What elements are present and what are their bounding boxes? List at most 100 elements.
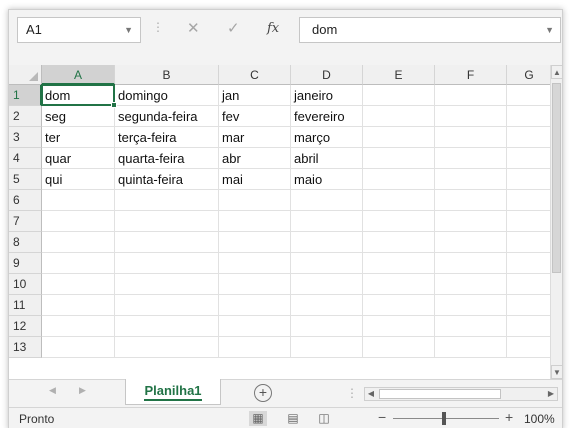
cell-g8[interactable] xyxy=(507,232,550,253)
cell-f10[interactable] xyxy=(435,274,507,295)
cell-d3[interactable]: março xyxy=(291,127,363,148)
cell-a2[interactable]: seg xyxy=(42,106,115,127)
cell-d6[interactable] xyxy=(291,190,363,211)
column-header-f[interactable]: F xyxy=(435,65,507,85)
row-header-1[interactable]: 1 xyxy=(9,85,42,106)
cell-e12[interactable] xyxy=(363,316,435,337)
cell-b2[interactable]: segunda-feira xyxy=(115,106,219,127)
cell-g6[interactable] xyxy=(507,190,550,211)
column-header-c[interactable]: C xyxy=(219,65,291,85)
cell-d10[interactable] xyxy=(291,274,363,295)
cell-a11[interactable] xyxy=(42,295,115,316)
zoom-slider-track[interactable] xyxy=(393,418,499,419)
cell-c11[interactable] xyxy=(219,295,291,316)
normal-view-icon[interactable]: ▦ xyxy=(249,411,267,426)
cell-d7[interactable] xyxy=(291,211,363,232)
cell-d9[interactable] xyxy=(291,253,363,274)
cell-d4[interactable]: abril xyxy=(291,148,363,169)
cell-g9[interactable] xyxy=(507,253,550,274)
sheet-tab-planilha1[interactable]: Planilha1 xyxy=(125,379,221,405)
cell-f6[interactable] xyxy=(435,190,507,211)
cell-e8[interactable] xyxy=(363,232,435,253)
horizontal-scroll-thumb[interactable] xyxy=(379,389,501,399)
cell-f8[interactable] xyxy=(435,232,507,253)
cell-b6[interactable] xyxy=(115,190,219,211)
cell-f11[interactable] xyxy=(435,295,507,316)
cell-e1[interactable] xyxy=(363,85,435,106)
zoom-level[interactable]: 100% xyxy=(524,412,555,426)
cell-b5[interactable]: quinta-feira xyxy=(115,169,219,190)
cell-g3[interactable] xyxy=(507,127,550,148)
row-header-7[interactable]: 7 xyxy=(9,211,42,232)
expand-formula-bar-icon[interactable]: ▼ xyxy=(545,18,554,42)
cell-a13[interactable] xyxy=(42,337,115,358)
scroll-right-icon[interactable]: ▶ xyxy=(545,388,557,400)
cell-b10[interactable] xyxy=(115,274,219,295)
cell-a5[interactable]: qui xyxy=(42,169,115,190)
cell-e7[interactable] xyxy=(363,211,435,232)
cell-g11[interactable] xyxy=(507,295,550,316)
cell-b7[interactable] xyxy=(115,211,219,232)
chevron-down-icon[interactable]: ▼ xyxy=(124,18,133,42)
cell-a8[interactable] xyxy=(42,232,115,253)
cell-e2[interactable] xyxy=(363,106,435,127)
cell-c8[interactable] xyxy=(219,232,291,253)
cell-f1[interactable] xyxy=(435,85,507,106)
worksheet-grid[interactable]: A B C D E F G 1 dom domingo jan janeiro 2 seg segunda-… xyxy=(9,65,550,379)
row-header-12[interactable]: 12 xyxy=(9,316,42,337)
cell-c7[interactable] xyxy=(219,211,291,232)
cell-g4[interactable] xyxy=(507,148,550,169)
cell-f7[interactable] xyxy=(435,211,507,232)
cell-f13[interactable] xyxy=(435,337,507,358)
cell-b4[interactable]: quarta-feira xyxy=(115,148,219,169)
row-header-9[interactable]: 9 xyxy=(9,253,42,274)
row-header-5[interactable]: 5 xyxy=(9,169,42,190)
cell-b13[interactable] xyxy=(115,337,219,358)
formula-input[interactable]: dom ▼ xyxy=(299,17,561,43)
cell-c9[interactable] xyxy=(219,253,291,274)
close-icon[interactable]: ✕ xyxy=(187,19,200,37)
cell-c4[interactable]: abr xyxy=(219,148,291,169)
scroll-down-icon[interactable]: ▼ xyxy=(551,365,563,379)
cell-a1[interactable]: dom xyxy=(42,85,115,106)
row-header-2[interactable]: 2 xyxy=(9,106,42,127)
cell-b11[interactable] xyxy=(115,295,219,316)
cell-d11[interactable] xyxy=(291,295,363,316)
cell-a3[interactable]: ter xyxy=(42,127,115,148)
next-sheet-icon[interactable]: ▶ xyxy=(79,385,86,396)
cell-f3[interactable] xyxy=(435,127,507,148)
cell-g7[interactable] xyxy=(507,211,550,232)
vertical-scrollbar[interactable]: ▲ ▼ xyxy=(550,65,563,379)
page-break-view-icon[interactable]: ◫ xyxy=(315,411,333,426)
cell-e13[interactable] xyxy=(363,337,435,358)
cell-g10[interactable] xyxy=(507,274,550,295)
cell-d12[interactable] xyxy=(291,316,363,337)
cell-a9[interactable] xyxy=(42,253,115,274)
zoom-slider-thumb[interactable] xyxy=(442,412,446,425)
cell-e11[interactable] xyxy=(363,295,435,316)
cell-f2[interactable] xyxy=(435,106,507,127)
cell-c5[interactable]: mai xyxy=(219,169,291,190)
cell-c10[interactable] xyxy=(219,274,291,295)
cell-c12[interactable] xyxy=(219,316,291,337)
scroll-left-icon[interactable]: ◀ xyxy=(365,388,377,400)
add-sheet-button[interactable]: + xyxy=(254,384,272,402)
cell-b12[interactable] xyxy=(115,316,219,337)
cell-c3[interactable]: mar xyxy=(219,127,291,148)
row-header-13[interactable]: 13 xyxy=(9,337,42,358)
zoom-in-button[interactable]: + xyxy=(505,409,513,425)
cell-g2[interactable] xyxy=(507,106,550,127)
cell-g12[interactable] xyxy=(507,316,550,337)
column-header-b[interactable]: B xyxy=(115,65,219,85)
cell-g1[interactable] xyxy=(507,85,550,106)
row-header-3[interactable]: 3 xyxy=(9,127,42,148)
check-icon[interactable]: ✓ xyxy=(227,19,240,37)
name-box[interactable]: A1 ▼ xyxy=(17,17,141,43)
cell-g13[interactable] xyxy=(507,337,550,358)
cell-e9[interactable] xyxy=(363,253,435,274)
cell-a7[interactable] xyxy=(42,211,115,232)
row-header-6[interactable]: 6 xyxy=(9,190,42,211)
cell-d8[interactable] xyxy=(291,232,363,253)
cell-f9[interactable] xyxy=(435,253,507,274)
column-header-a[interactable]: A xyxy=(42,65,115,85)
